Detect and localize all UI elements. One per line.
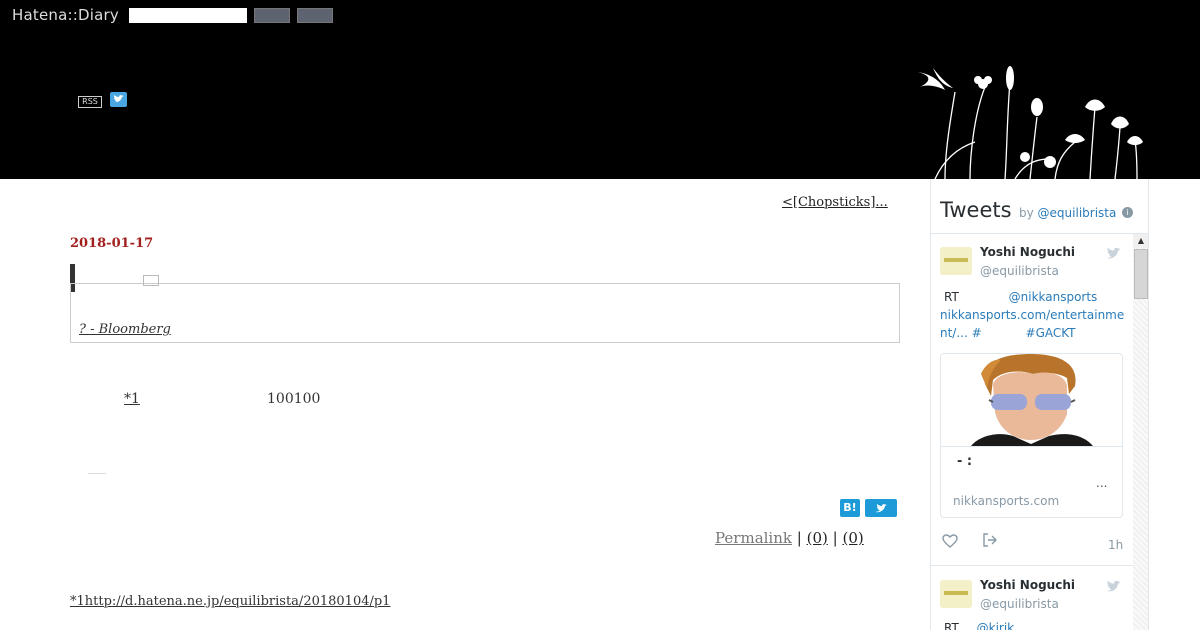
mention-link[interactable]: @kirik	[977, 621, 1015, 630]
tweet-author-handle[interactable]: @equilibrista	[980, 597, 1059, 611]
footnote-ref[interactable]: *1	[124, 391, 140, 407]
site-logo[interactable]: Hatena::Diary	[12, 6, 119, 24]
tweet-author-name[interactable]: Yoshi Noguchi	[980, 245, 1075, 259]
heart-icon[interactable]	[942, 534, 958, 552]
image-icon	[143, 275, 159, 286]
tweet-share-button[interactable]	[865, 499, 897, 517]
body-number: 100100	[267, 391, 321, 407]
timeline-title: Tweets	[940, 198, 1012, 222]
separator: |	[796, 529, 802, 547]
separator: |	[832, 529, 838, 547]
entry-date[interactable]: 2018-01-17	[70, 236, 153, 251]
tweet-time[interactable]: 1h	[1108, 538, 1123, 552]
tweet-text: RT @kirik	[940, 619, 1125, 630]
twitter-bird-icon[interactable]	[1106, 247, 1122, 263]
tweet[interactable]: Yoshi Noguchi @equilibrista RT @kirik	[931, 567, 1133, 630]
search-input[interactable]	[129, 8, 247, 23]
tweet-author-name[interactable]: Yoshi Noguchi	[980, 578, 1075, 592]
twitter-icon[interactable]	[110, 92, 127, 107]
scrollbar-thumb[interactable]	[1134, 249, 1148, 299]
card-description: ...	[1096, 476, 1108, 490]
footnote-link[interactable]: *1http://d.hatena.ne.jp/equilibrista/201…	[70, 594, 390, 609]
card-domain: nikkansports.com	[953, 494, 1060, 508]
timeline-handle[interactable]: @equilibrista	[1038, 206, 1117, 220]
search-button[interactable]	[254, 8, 290, 23]
quote-source-link[interactable]: ? - Bloomberg	[79, 322, 171, 337]
avatar[interactable]	[940, 580, 972, 608]
rss-label: RSS	[82, 97, 98, 106]
tweet-text: RT @nikkansports nikkansports.com/entert…	[940, 288, 1125, 342]
prev-entry-link[interactable]: <[Chopsticks]...	[782, 195, 888, 210]
scroll-up-arrow-icon[interactable]: ▲	[1133, 234, 1148, 248]
flowers-decoration	[918, 66, 1143, 179]
timeline-by: by @equilibrista	[1019, 206, 1116, 220]
avatar[interactable]	[940, 247, 972, 275]
card-image[interactable]	[941, 354, 1122, 447]
quote-box	[70, 283, 900, 343]
divider	[88, 473, 106, 474]
twitter-bird-icon[interactable]	[1106, 580, 1122, 596]
by-label: by	[1019, 206, 1034, 220]
quote-source-text: ? - Bloomberg	[79, 322, 171, 337]
entry-footer: Permalink | (0) | (0)	[715, 529, 864, 547]
tweet-author-handle[interactable]: @equilibrista	[980, 264, 1059, 278]
info-icon[interactable]: i	[1122, 207, 1133, 218]
trackbacks-link[interactable]: (0)	[842, 529, 863, 547]
share-icon[interactable]	[982, 533, 998, 551]
timeline-scrollbar[interactable]: ▲	[1133, 234, 1148, 630]
diary-main: <[Chopsticks]... 2018-01-17 ? - Bloomber…	[0, 179, 930, 630]
trackbacks-count: (0)	[842, 529, 864, 547]
permalink[interactable]: Permalink	[715, 529, 792, 547]
diary-search-button[interactable]	[297, 8, 333, 23]
timeline-header: Tweets by @equilibrista i	[931, 179, 1148, 234]
twitter-timeline: Tweets by @equilibrista i Yoshi Noguchi …	[930, 179, 1149, 630]
rt-label: RT	[944, 621, 959, 630]
card-title: - :	[957, 454, 973, 469]
rt-label: RT	[944, 290, 959, 304]
hatena-bookmark-button[interactable]: B!	[840, 499, 860, 517]
hashtag-link[interactable]: #GACKT	[1026, 326, 1076, 340]
rss-icon[interactable]: RSS	[78, 96, 102, 108]
comments-link[interactable]: (0)	[807, 529, 828, 547]
hashtag-link[interactable]: #	[972, 326, 982, 340]
link-card[interactable]: - : ... nikkansports.com	[940, 353, 1123, 518]
mention-link[interactable]: @nikkansports	[1009, 290, 1098, 304]
site-header: Hatena::Diary RSS	[0, 0, 1200, 179]
tweet[interactable]: Yoshi Noguchi @equilibrista RT @nikkansp…	[931, 234, 1133, 566]
